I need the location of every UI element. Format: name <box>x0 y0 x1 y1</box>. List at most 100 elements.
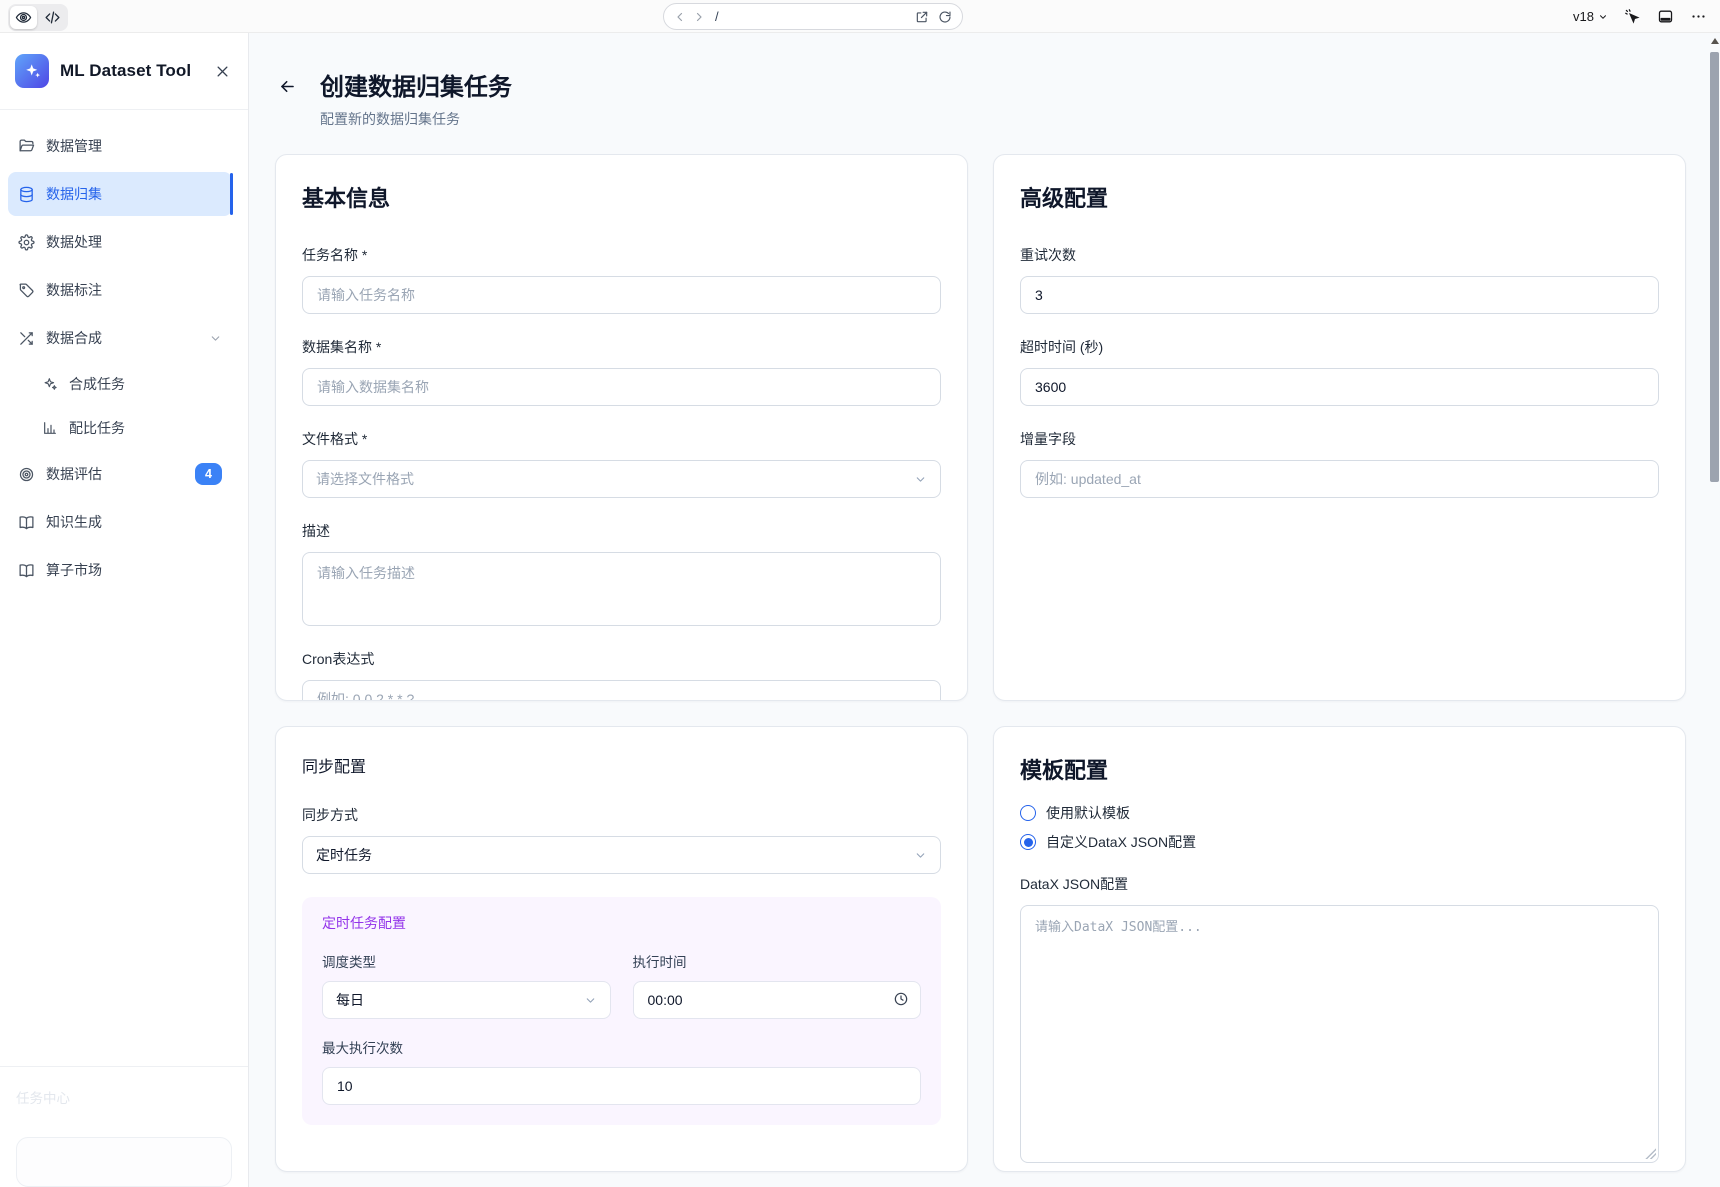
back-arrow-button[interactable] <box>275 74 299 98</box>
more-options-button[interactable] <box>1690 8 1707 25</box>
description-textarea[interactable] <box>302 552 941 626</box>
resize-grip-icon[interactable] <box>1645 1148 1656 1159</box>
bar-chart-icon <box>42 420 58 436</box>
clock-icon[interactable] <box>893 991 909 1007</box>
datax-json-textarea[interactable] <box>1020 905 1659 1163</box>
eye-icon <box>15 9 32 26</box>
sidebar-item-label: 数据管理 <box>46 136 102 156</box>
custom-datax-radio-option[interactable]: 自定义DataX JSON配置 <box>1020 832 1659 852</box>
advanced-config-title: 高级配置 <box>1020 181 1659 213</box>
sidebar-item-knowledge-generation[interactable]: 知识生成 <box>8 500 232 544</box>
sidebar-item-label: 数据标注 <box>46 280 102 300</box>
basic-info-title: 基本信息 <box>302 181 941 213</box>
code-mode-button[interactable] <box>39 6 66 29</box>
sidebar-item-ratio-task[interactable]: 配比任务 <box>8 408 232 448</box>
sidebar-item-data-evaluation[interactable]: 数据评估 4 <box>8 452 232 496</box>
sidebar-item-data-synthesis[interactable]: 数据合成 <box>8 316 232 360</box>
radio-checked-icon[interactable] <box>1020 834 1036 850</box>
open-external-icon[interactable] <box>915 10 929 24</box>
cron-label: Cron表达式 <box>302 649 941 669</box>
chevron-down-icon <box>1598 12 1608 22</box>
timeout-label: 超时时间 (秒) <box>1020 337 1659 357</box>
sync-mode-select[interactable]: 定时任务 <box>302 836 941 874</box>
default-template-radio-label: 使用默认模板 <box>1046 803 1130 823</box>
basic-info-card: 基本信息 任务名称 * 数据集名称 * 文件格式 * 请选择文件格式 <box>275 154 968 701</box>
page-title: 创建数据归集任务 <box>320 67 512 102</box>
default-template-radio-option[interactable]: 使用默认模板 <box>1020 803 1659 823</box>
vertical-scrollbar[interactable] <box>1709 33 1720 1187</box>
url-bar[interactable]: / <box>663 3 963 30</box>
sidebar-item-data-processing[interactable]: 数据处理 <box>8 220 232 264</box>
sidebar-item-synthesis-task[interactable]: 合成任务 <box>8 364 232 404</box>
refresh-icon[interactable] <box>938 10 952 24</box>
file-format-placeholder: 请选择文件格式 <box>316 469 414 489</box>
schedule-type-select[interactable]: 每日 <box>322 981 611 1019</box>
radio-unchecked-icon[interactable] <box>1020 805 1036 821</box>
code-icon <box>44 9 61 26</box>
sidebar-item-operator-market[interactable]: 算子市场 <box>8 548 232 592</box>
sidebar-item-data-labeling[interactable]: 数据标注 <box>8 268 232 312</box>
sidebar-nav: 数据管理 数据归集 数据处理 数据标注 <box>0 110 248 1066</box>
max-exec-input[interactable] <box>322 1067 921 1105</box>
sync-config-title: 同步配置 <box>302 753 941 777</box>
close-sidebar-button[interactable] <box>211 60 233 82</box>
task-name-label: 任务名称 * <box>302 245 941 265</box>
template-config-title: 模板配置 <box>1020 753 1659 785</box>
cursor-select-button[interactable] <box>1624 8 1641 25</box>
sidebar-item-label: 合成任务 <box>69 374 125 394</box>
task-center-label: 任务中心 <box>16 1087 232 1107</box>
description-label: 描述 <box>302 521 941 541</box>
book-open-icon <box>18 562 35 579</box>
sidebar-footer: 任务中心 <box>0 1066 248 1187</box>
sync-config-card: 同步配置 同步方式 定时任务 定时任务配置 调度类型 <box>275 726 968 1172</box>
chevron-down-icon <box>584 994 597 1007</box>
sidebar-item-data-collection[interactable]: 数据归集 <box>8 172 232 216</box>
sparkles-icon <box>42 376 58 392</box>
exec-time-input[interactable] <box>633 981 922 1019</box>
app-logo-sparkles-icon <box>15 54 49 88</box>
task-center-panel <box>16 1137 232 1187</box>
retry-count-input[interactable] <box>1020 276 1659 314</box>
sidebar-item-label: 数据处理 <box>46 232 102 252</box>
preview-mode-button[interactable] <box>10 6 37 29</box>
chevron-down-icon <box>914 473 927 486</box>
dataset-name-label: 数据集名称 * <box>302 337 941 357</box>
page-header: 创建数据归集任务 配置新的数据归集任务 <box>275 67 1720 129</box>
scrollbar-up-arrow[interactable] <box>1711 38 1719 44</box>
forward-nav-icon[interactable] <box>693 11 705 23</box>
evaluation-count-badge: 4 <box>195 463 222 485</box>
cron-input[interactable] <box>302 680 941 701</box>
retry-count-label: 重试次数 <box>1020 245 1659 265</box>
folder-icon <box>18 138 35 155</box>
database-icon <box>18 186 35 203</box>
gear-icon <box>18 234 35 251</box>
dataset-name-input[interactable] <box>302 368 941 406</box>
shuffle-icon <box>18 330 35 347</box>
file-format-select[interactable]: 请选择文件格式 <box>302 460 941 498</box>
main-content: 创建数据归集任务 配置新的数据归集任务 基本信息 任务名称 * 数据集名称 * … <box>249 33 1720 1187</box>
sync-mode-label: 同步方式 <box>302 805 941 825</box>
sidebar-item-label: 配比任务 <box>69 418 125 438</box>
task-name-input[interactable] <box>302 276 941 314</box>
tag-icon <box>18 282 35 299</box>
file-format-label: 文件格式 * <box>302 429 941 449</box>
incremental-field-label: 增量字段 <box>1020 429 1659 449</box>
chevron-down-icon <box>914 849 927 862</box>
url-path[interactable]: / <box>715 9 908 24</box>
target-icon <box>18 466 35 483</box>
sidebar-item-label: 知识生成 <box>46 512 102 532</box>
timeout-input[interactable] <box>1020 368 1659 406</box>
sidebar: ML Dataset Tool 数据管理 数据归集 <box>0 33 249 1187</box>
version-label: v18 <box>1573 9 1594 24</box>
sidebar-item-data-management[interactable]: 数据管理 <box>8 124 232 168</box>
datax-json-label: DataX JSON配置 <box>1020 874 1659 894</box>
incremental-field-input[interactable] <box>1020 460 1659 498</box>
custom-datax-radio-label: 自定义DataX JSON配置 <box>1046 832 1196 852</box>
scheduled-task-panel: 定时任务配置 调度类型 每日 执行时间 <box>302 897 941 1125</box>
sidebar-item-label: 数据合成 <box>46 328 102 348</box>
sidebar-item-label: 数据归集 <box>46 184 102 204</box>
version-dropdown[interactable]: v18 <box>1573 9 1608 24</box>
back-nav-icon[interactable] <box>674 11 686 23</box>
scrollbar-thumb[interactable] <box>1710 52 1719 482</box>
panel-bottom-button[interactable] <box>1657 8 1674 25</box>
